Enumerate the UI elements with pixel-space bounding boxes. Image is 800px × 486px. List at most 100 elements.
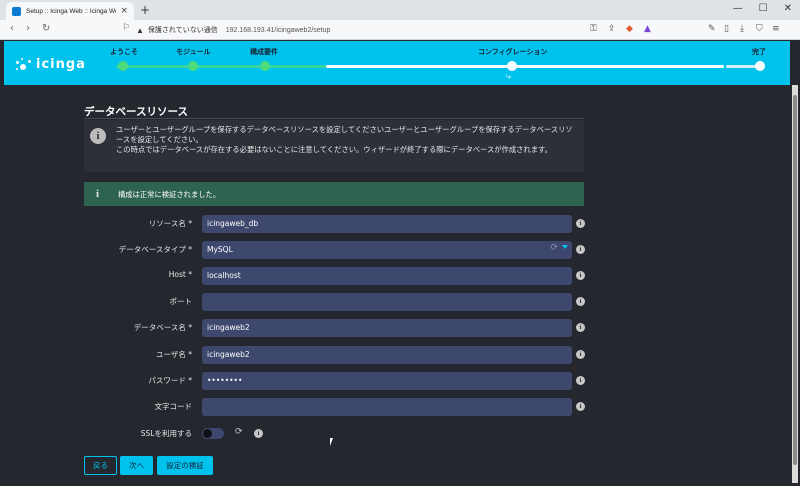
brave-rewards-icon[interactable]: ▲ bbox=[644, 24, 651, 34]
progress-dot-modules bbox=[188, 61, 198, 71]
db-name-label: データベース名 * bbox=[133, 323, 192, 332]
icinga-logo-icon bbox=[16, 57, 32, 72]
form-row-password: パスワード * •••••••• i bbox=[84, 372, 585, 390]
info-icon: i bbox=[90, 128, 106, 144]
info-icon[interactable]: i bbox=[576, 350, 585, 359]
wizard-header: icinga ようこそ モジュール 構成要件 コンフィグレーション 完了 ⤷ bbox=[4, 41, 790, 85]
form-row-db-name: データベース名 * icingaweb2 i bbox=[84, 319, 585, 337]
progress-dot-finish bbox=[755, 61, 765, 71]
charset-label: 文字コード bbox=[154, 402, 193, 411]
form-row-db-type: データベースタイプ * MySQL ⟳ i bbox=[84, 241, 585, 259]
validation-success-text: 構成は正常に検証されました。 bbox=[118, 190, 221, 199]
share-icon[interactable]: ⇪ bbox=[608, 24, 616, 34]
icinga-logo: icinga bbox=[16, 57, 86, 72]
minimize-icon[interactable]: — bbox=[733, 3, 743, 14]
key-icon[interactable]: ⚿ bbox=[590, 24, 597, 34]
form-row-host: Host * localhost i bbox=[84, 267, 585, 285]
validate-button[interactable]: 設定の検証 bbox=[157, 456, 213, 475]
browser-tab-title: Setup :: Icinga Web :: Icinga We bbox=[26, 7, 117, 15]
scrollbar-thumb[interactable] bbox=[793, 95, 797, 465]
back-arrow-icon[interactable]: ‹ bbox=[10, 23, 14, 34]
username-label: ユーザ名 * bbox=[156, 350, 192, 359]
next-button[interactable]: 次へ bbox=[120, 456, 153, 475]
security-label: 保護されていない通信 bbox=[147, 27, 218, 34]
form-row-username: ユーザ名 * icingaweb2 i bbox=[84, 346, 585, 364]
vpn-icon[interactable]: ⛉ bbox=[756, 24, 763, 34]
info-icon[interactable]: i bbox=[576, 245, 585, 254]
title-divider bbox=[84, 118, 584, 119]
page-scrollbar[interactable] bbox=[792, 85, 798, 483]
username-input[interactable]: icingaweb2 bbox=[202, 346, 572, 364]
info-text: ユーザーとユーザーグループを保存するデータベースリソースを設定してくださいユーザ… bbox=[116, 125, 573, 154]
info-icon[interactable]: i bbox=[576, 271, 585, 280]
db-type-value: MySQL bbox=[207, 245, 233, 254]
reload-icon[interactable]: ↻ bbox=[42, 23, 50, 34]
resource-name-label: リソース名 * bbox=[148, 219, 192, 228]
host-label: Host * bbox=[168, 270, 192, 279]
progress-dot-welcome bbox=[118, 61, 128, 71]
icinga-wordmark: icinga bbox=[36, 57, 86, 72]
menu-icon[interactable]: ≡ bbox=[772, 24, 780, 34]
forward-arrow-icon[interactable]: › bbox=[26, 23, 30, 34]
chevron-down-icon bbox=[562, 245, 568, 249]
ssl-label: SSLを利用する bbox=[140, 429, 192, 438]
mouse-cursor bbox=[330, 438, 333, 446]
extensions-icon[interactable]: ✎ bbox=[708, 24, 716, 34]
form-row-resource-name: リソース名 * icingaweb_db i bbox=[84, 215, 585, 233]
page-title: データベースリソース bbox=[84, 106, 188, 118]
info-icon[interactable]: i bbox=[576, 402, 585, 411]
progress-dot-configuration bbox=[507, 61, 517, 71]
db-type-select[interactable]: MySQL ⟳ bbox=[202, 241, 572, 259]
refresh-icon: ⟳ bbox=[235, 427, 243, 437]
host-input[interactable]: localhost bbox=[202, 267, 572, 285]
password-label: パスワード * bbox=[148, 376, 192, 385]
step-configuration: コンフィグレーション bbox=[478, 48, 548, 56]
step-modules: モジュール bbox=[176, 48, 211, 56]
info-icon[interactable]: i bbox=[254, 429, 263, 438]
port-label: ポート bbox=[169, 297, 193, 306]
current-step-arrow-icon: ⤷ bbox=[506, 72, 512, 82]
tab-close-icon[interactable]: × bbox=[120, 6, 128, 16]
form-row-charset: 文字コード i bbox=[84, 398, 585, 416]
url-text[interactable]: 192.168.193.41/icingaweb2/setup bbox=[226, 27, 331, 34]
info-icon[interactable]: i bbox=[576, 297, 585, 306]
progress-dot-requirements bbox=[260, 61, 270, 71]
address-bar[interactable]: ▲ 保護されていない通信 192.168.193.41/icingaweb2/s… bbox=[136, 23, 606, 37]
step-finish: 完了 bbox=[752, 48, 766, 56]
browser-tab[interactable]: Setup :: Icinga Web :: Icinga We × bbox=[6, 2, 134, 20]
browser-tab-strip: Setup :: Icinga Web :: Icinga We × + — ☐… bbox=[0, 0, 800, 20]
validation-success-box: i 構成は正常に検証されました。 bbox=[84, 182, 584, 206]
brave-shield-icon[interactable]: ◆ bbox=[626, 24, 633, 34]
close-window-icon[interactable]: ✕ bbox=[784, 3, 792, 14]
toggle-knob bbox=[203, 429, 212, 438]
info-icon[interactable]: i bbox=[576, 219, 585, 228]
refresh-icon: ⟳ bbox=[550, 243, 558, 253]
info-box: i ユーザーとユーザーグループを保存するデータベースリソースを設定してくださいユ… bbox=[84, 120, 584, 172]
password-input[interactable]: •••••••• bbox=[202, 372, 572, 390]
info-icon: i bbox=[96, 188, 100, 200]
step-welcome: ようこそ bbox=[110, 48, 138, 56]
port-input[interactable] bbox=[202, 293, 572, 311]
progress-line-current bbox=[326, 65, 724, 68]
db-name-input[interactable]: icingaweb2 bbox=[202, 319, 572, 337]
icinga-favicon-icon bbox=[12, 6, 21, 16]
back-button[interactable]: 戻る bbox=[84, 456, 117, 475]
form-row-port: ポート i bbox=[84, 293, 585, 311]
bookmark-icon[interactable]: ⚐ bbox=[122, 23, 130, 33]
step-requirements: 構成要件 bbox=[250, 48, 278, 56]
browser-navbar: ‹ › ↻ ⚐ ▲ 保護されていない通信 192.168.193.41/icin… bbox=[0, 20, 800, 40]
new-tab-button[interactable]: + bbox=[140, 3, 150, 17]
window-controls: — ☐ ✕ bbox=[733, 3, 792, 14]
downloads-icon[interactable]: ⤓ bbox=[740, 24, 744, 34]
maximize-icon[interactable]: ☐ bbox=[759, 3, 768, 14]
progress-line-done bbox=[116, 65, 326, 68]
sidebar-icon[interactable]: ▯ bbox=[724, 24, 729, 34]
form-row-ssl: SSLを利用する ⟳ i bbox=[84, 427, 584, 445]
charset-input[interactable] bbox=[202, 398, 572, 416]
warning-icon[interactable]: ▲ bbox=[136, 26, 144, 35]
resource-name-input[interactable]: icingaweb_db bbox=[202, 215, 572, 233]
info-icon[interactable]: i bbox=[576, 323, 585, 332]
info-icon[interactable]: i bbox=[576, 376, 585, 385]
ssl-toggle[interactable] bbox=[202, 428, 224, 439]
db-type-label: データベースタイプ * bbox=[118, 245, 192, 254]
